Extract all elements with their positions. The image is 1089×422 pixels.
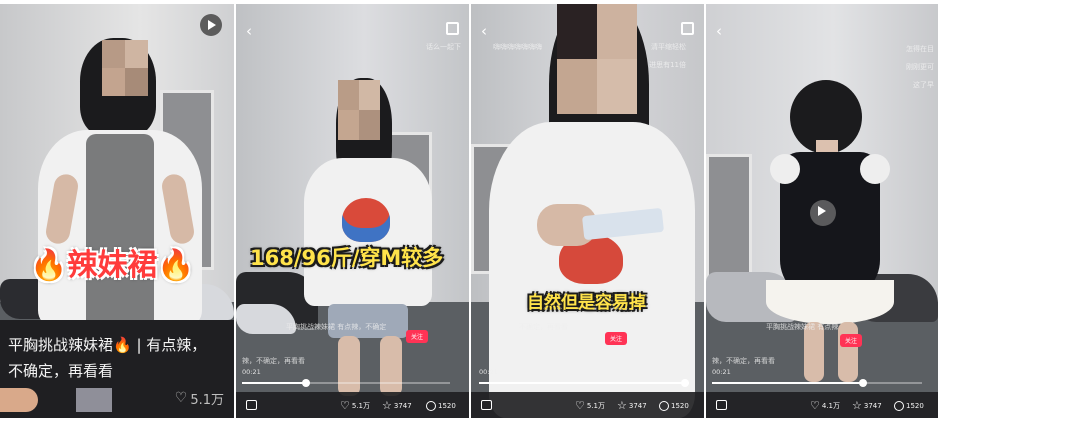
back-arrow-icon[interactable]: ‹ [481,22,487,40]
favorite-count: 3747 [393,401,412,410]
description-line: 不确定，再看看 [519,323,568,331]
post-info-card[interactable]: 平胸挑战辣妹裙🔥 | 有点辣，不确定，再看看 ♡ 5.1万 [0,320,234,418]
play-overlay-icon[interactable] [810,200,836,226]
progress-fill [479,382,689,384]
like-button[interactable]: ♡ 5.1万 [575,400,605,411]
like-count[interactable]: ♡ 5.1万 [175,389,224,408]
progress-bar[interactable] [242,379,450,387]
top-text: 怎得在目 [906,45,934,53]
play-circle-icon[interactable] [200,14,222,36]
star-outline-icon: ☆ [852,399,862,412]
time-elapsed: 00:21 [242,368,261,376]
progress-fill [242,382,305,384]
like-button[interactable]: ♡ 5.1万 [340,400,370,411]
like-count: 5.1万 [351,401,371,410]
face-mosaic [557,4,637,114]
heart-outline-icon: ♡ [174,390,188,406]
video-collage: 🔥辣妹裙🔥 平胸挑战辣妹裙🔥 | 有点辣，不确定，再看看 ♡ 5.1万 ‹ 话么… [0,4,938,418]
progress-bar[interactable] [479,379,689,387]
like-count: 5.1万 [586,401,606,410]
follow-button[interactable]: 关注 [406,330,429,343]
comment-bubble-icon [894,401,904,411]
like-count-value: 5.1万 [190,393,224,408]
shorts [328,304,408,338]
comment-input-icon[interactable] [481,400,492,410]
post-title[interactable]: 平胸挑战辣妹裙🔥 | 有点辣，不确定，再看看 [8,332,220,384]
top-text: 刚刚更可 [906,63,934,71]
description-line: 辣，不确定，再看看 [242,357,305,365]
star-outline-icon: ☆ [382,399,392,412]
time-elapsed: 00:21 [712,368,731,376]
comment-button[interactable]: 1520 [426,401,456,411]
leg [338,336,360,396]
progress-knob[interactable] [680,379,689,387]
action-bar: ♡ 5.1万 ☆ 3747 1520 [236,392,469,418]
like-count: 4.1万 [821,401,841,410]
video-caption: 🔥辣妹裙🔥 [30,248,195,283]
top-text: 清平缩轻松 [651,43,686,51]
comment-input-icon[interactable] [716,400,727,410]
comment-count: 1520 [671,402,689,410]
action-bar: ♡ 5.1万 ☆ 3747 1520 [471,392,704,418]
video-player-4[interactable]: ‹ 怎得在目 刚刚更可 这了早 平胸挑战辣妹裙 有点辣 关注 辣，不确定，再看看… [706,4,938,418]
star-outline-icon: ☆ [617,399,627,412]
heart-outline-icon: ♡ [340,399,350,412]
favorite-button[interactable]: ☆ 3747 [617,400,647,411]
bear-print [342,198,390,242]
top-text: 嗨嗨嗨嗨嗨嗨嗨 [493,43,542,51]
door [706,154,752,284]
comment-button[interactable]: 1520 [894,401,924,411]
white-underskirt [766,280,894,324]
top-text: 进思有11倍 [649,61,686,69]
comment-count: 1520 [438,402,456,410]
progress-fill [712,382,864,384]
like-button[interactable]: ♡ 4.1万 [810,400,840,411]
progress-knob[interactable] [859,379,867,387]
face-mosaic [102,40,148,96]
description-line: 辣，不确定，再看看 [712,357,775,365]
video-card-1[interactable]: 🔥辣妹裙🔥 平胸挑战辣妹裙🔥 | 有点辣，不确定，再看看 ♡ 5.1万 [0,4,234,418]
top-right-text: 话么一起下 [426,43,461,51]
comment-button[interactable]: 1520 [659,401,689,411]
progress-bar[interactable] [712,379,922,387]
video-caption: 168/96斤/穿M较多 [250,246,444,270]
favorite-count: 3747 [628,401,647,410]
person [766,80,896,382]
follow-button[interactable]: 关注 [840,334,863,347]
favorite-button[interactable]: ☆ 3747 [852,400,882,411]
top-text: 这了早 [913,81,934,89]
favorite-count: 3747 [863,401,882,410]
comment-count: 1520 [906,402,924,410]
comment-bubble-icon [426,401,436,411]
back-arrow-icon[interactable]: ‹ [246,22,252,40]
follow-button[interactable]: 关注 [605,332,628,345]
puff-sleeve [770,154,800,184]
share-icon[interactable] [681,22,694,35]
comment-input-icon[interactable] [246,400,257,410]
share-icon[interactable] [446,22,459,35]
author-name-blurred [76,388,112,412]
heart-outline-icon: ♡ [575,399,585,412]
leg [380,336,402,396]
comment-bubble-icon [659,401,669,411]
description-line: 平胸挑战辣妹裙 有点辣 [766,323,839,331]
time-elapsed: 00:21 [479,368,498,376]
video-player-3[interactable]: ‹ 嗨嗨嗨嗨嗨嗨嗨 清平缩轻松 进思有11倍 自然但是容易掉 不确定，再看看 关… [471,4,704,418]
description-line: 平胸挑战辣妹裙 有点辣，不确定 [286,323,387,331]
face-mosaic [338,80,380,140]
puff-sleeve [860,154,890,184]
action-bar: ♡ 4.1万 ☆ 3747 1520 [706,392,938,418]
leg [838,322,858,382]
video-player-2[interactable]: ‹ 话么一起下 168/96斤/穿M较多 平胸挑战辣妹裙 有点辣，不确定 关注 … [236,4,469,418]
favorite-button[interactable]: ☆ 3747 [382,400,412,411]
gray-dress [86,134,154,324]
heart-outline-icon: ♡ [810,399,820,412]
back-arrow-icon[interactable]: ‹ [716,22,722,40]
avatar[interactable] [0,388,38,412]
video-caption: 自然但是容易掉 [527,293,646,313]
